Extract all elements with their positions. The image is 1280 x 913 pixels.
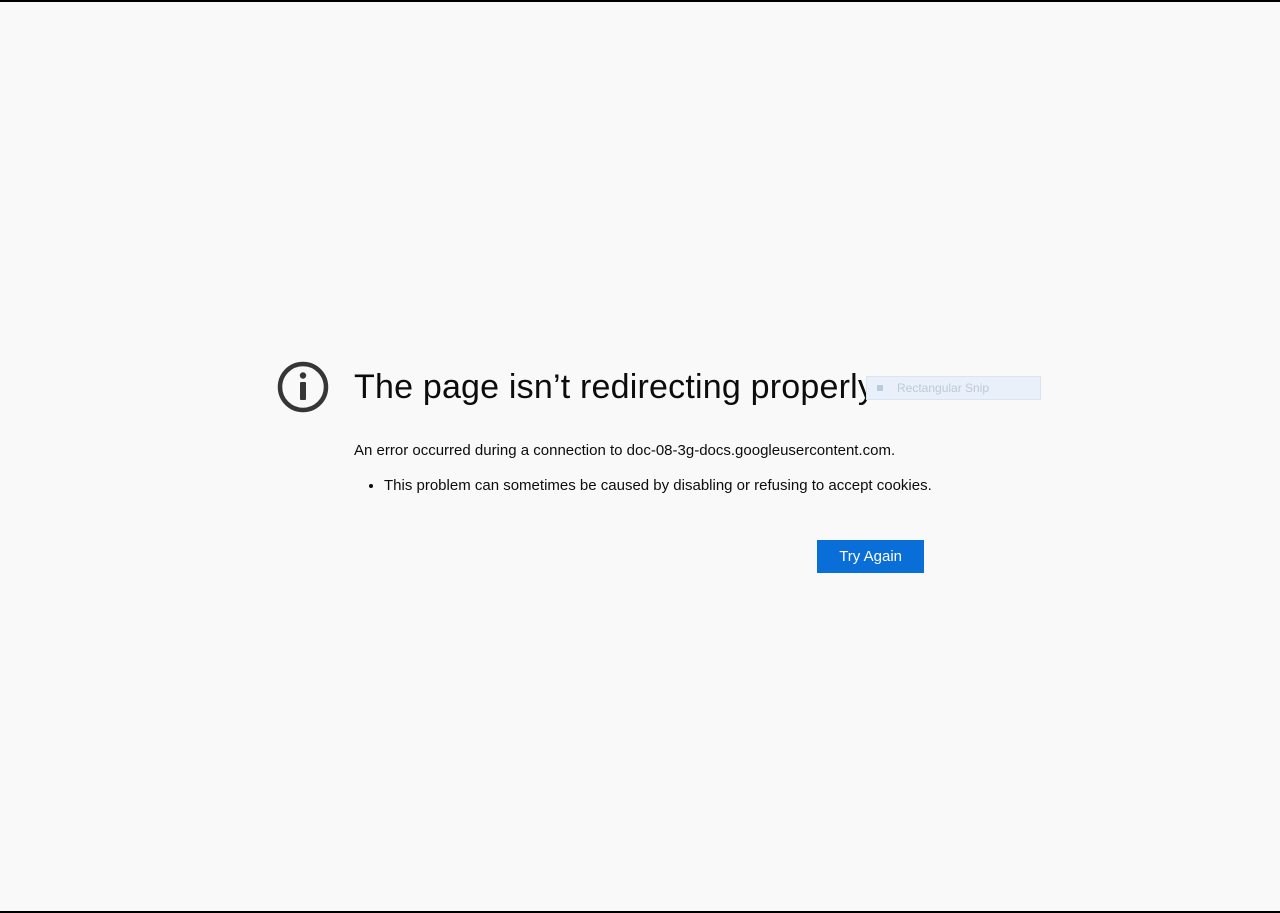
error-header: The page isn’t redirecting properly Rect… xyxy=(276,360,1036,414)
error-cause-list: This problem can sometimes be caused by … xyxy=(354,475,1036,496)
info-icon xyxy=(276,360,330,414)
error-page-container: The page isn’t redirecting properly Rect… xyxy=(276,360,1036,573)
snip-dot-icon xyxy=(877,385,883,391)
try-again-button[interactable]: Try Again xyxy=(817,540,924,573)
error-cause-item: This problem can sometimes be caused by … xyxy=(384,475,1036,496)
error-actions: Try Again xyxy=(354,540,924,573)
error-body: An error occurred during a connection to… xyxy=(354,442,1036,496)
error-title: The page isn’t redirecting properly xyxy=(354,368,875,407)
error-subtext: An error occurred during a connection to… xyxy=(354,442,1036,459)
snip-mode-badge[interactable]: Rectangular Snip xyxy=(866,376,1041,400)
snip-mode-label: Rectangular Snip xyxy=(897,381,989,395)
